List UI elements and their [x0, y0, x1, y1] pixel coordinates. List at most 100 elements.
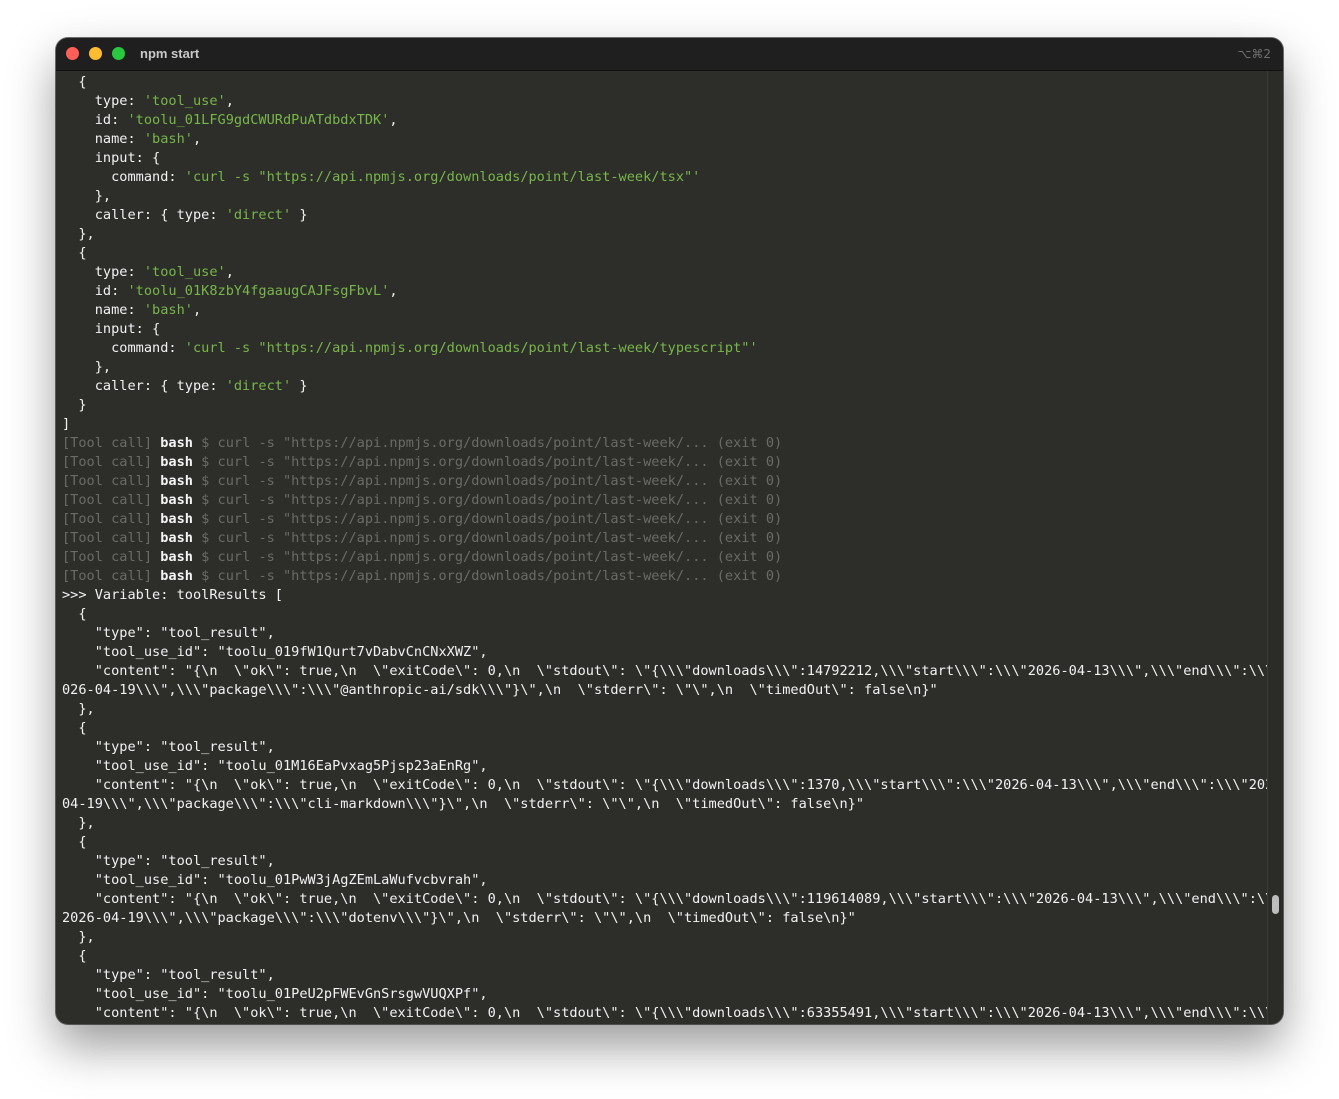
string-literal: 'direct'	[225, 378, 292, 394]
minimize-icon[interactable]	[89, 47, 102, 60]
terminal-text: },	[62, 226, 95, 242]
terminal-line: id: 'toolu_01LFG9gdCWURdPuATdbdxTDK',	[62, 111, 1262, 130]
terminal-line: command: 'curl -s "https://api.npmjs.org…	[62, 168, 1262, 187]
terminal-line: {	[62, 833, 1262, 852]
terminal-text: $ curl -s "https://api.npmjs.org/downloa…	[192, 454, 783, 470]
terminal-text: ,	[389, 283, 398, 299]
terminal-line: 04-19\\\",\\\"package\\\":\\\"cli-markdo…	[62, 795, 1262, 814]
terminal-text: "content": "{\n \"ok\": true,\n \"exitCo…	[62, 663, 1283, 679]
terminal-text: 04-19\\\",\\\"package\\\":\\\"cli-markdo…	[62, 796, 865, 812]
terminal-text: [Tool call]	[62, 530, 161, 546]
tool-name: bash	[160, 454, 193, 470]
terminal-text: {	[62, 245, 87, 261]
terminal-line: caller: { type: 'direct' }	[62, 377, 1262, 396]
terminal-text: {	[62, 834, 87, 850]
terminal-line: 2026-04-19\\\",\\\"package\\\":\\\"doten…	[62, 909, 1262, 928]
terminal-text: "type": "tool_result",	[62, 625, 275, 641]
tool-name: bash	[160, 568, 193, 584]
terminal-text: command:	[62, 169, 185, 185]
terminal-text: "tool_use_id": "toolu_01M16EaPvxag5Pjsp2…	[62, 758, 488, 774]
terminal-text: "tool_use_id": "toolu_01PeU2pFWEvGnSrsgw…	[62, 986, 488, 1002]
terminal-line: "type": "tool_result",	[62, 966, 1262, 985]
terminal-output[interactable]: { type: 'tool_use', id: 'toolu_01LFG9gdC…	[62, 73, 1283, 1023]
title-bar[interactable]: npm start ⌥⌘2	[56, 38, 1283, 71]
terminal-text: }	[291, 207, 308, 223]
terminal-text: [Tool call]	[62, 492, 161, 508]
terminal-line: input: {	[62, 320, 1262, 339]
terminal-text: "tool_use_id": "toolu_01PwW3jAgZEmLaWufv…	[62, 872, 488, 888]
terminal-text: $ curl -s "https://api.npmjs.org/downloa…	[192, 511, 783, 527]
terminal-text: },	[62, 188, 112, 204]
window-title: npm start	[140, 46, 200, 61]
terminal-text: "tool_use_id": "toolu_019fW1Qurt7vDabvCn…	[62, 644, 488, 660]
terminal-line: "type": "tool_result",	[62, 624, 1262, 643]
terminal-text: ]	[62, 416, 71, 432]
scroll-thumb[interactable]	[1272, 895, 1279, 914]
terminal-text: caller: { type:	[62, 207, 226, 223]
terminal-text: $ curl -s "https://api.npmjs.org/downloa…	[192, 568, 783, 584]
terminal-text: "content": "{\n \"ok\": true,\n \"exitCo…	[62, 777, 1283, 793]
terminal-text: $ curl -s "https://api.npmjs.org/downloa…	[192, 549, 783, 565]
terminal-line: },	[62, 187, 1262, 206]
terminal-line: "content": "{\n \"ok\": true,\n \"exitCo…	[62, 890, 1283, 909]
tool-name: bash	[160, 530, 193, 546]
string-literal: 'direct'	[225, 207, 292, 223]
terminal-line: caller: { type: 'direct' }	[62, 206, 1262, 225]
terminal-text: [Tool call]	[62, 473, 161, 489]
terminal-text: [Tool call]	[62, 435, 161, 451]
string-literal: 'curl -s "https://api.npmjs.org/download…	[184, 169, 701, 185]
terminal-line: "content": "{\n \"ok\": true,\n \"exitCo…	[62, 662, 1283, 681]
terminal-text: command:	[62, 340, 185, 356]
terminal-line: {	[62, 719, 1262, 738]
string-literal: 'toolu_01LFG9gdCWURdPuATdbdxTDK'	[127, 112, 390, 128]
terminal-text: input: {	[62, 150, 161, 166]
terminal-line: {	[62, 947, 1262, 966]
terminal-window: npm start ⌥⌘2 { type: 'tool_use', id: 't…	[56, 38, 1283, 1024]
terminal-text: {	[62, 606, 87, 622]
terminal-text: $ curl -s "https://api.npmjs.org/downloa…	[192, 492, 783, 508]
terminal-line: [Tool call] bash $ curl -s "https://api.…	[62, 434, 1262, 453]
terminal-line: type: 'tool_use',	[62, 263, 1262, 282]
terminal-line: },	[62, 225, 1262, 244]
terminal-line: {	[62, 244, 1262, 263]
terminal-text: {	[62, 74, 87, 90]
terminal-line: "tool_use_id": "toolu_01PwW3jAgZEmLaWufv…	[62, 871, 1262, 890]
terminal-line: command: 'curl -s "https://api.npmjs.org…	[62, 339, 1262, 358]
terminal-line: "tool_use_id": "toolu_01PeU2pFWEvGnSrsgw…	[62, 985, 1262, 1004]
terminal-line: [Tool call] bash $ curl -s "https://api.…	[62, 510, 1262, 529]
terminal-text: id:	[62, 112, 128, 128]
terminal-text: }	[291, 378, 308, 394]
terminal-text: [Tool call]	[62, 454, 161, 470]
terminal-text: id:	[62, 283, 128, 299]
terminal-text: "type": "tool_result",	[62, 853, 275, 869]
terminal-text: {	[62, 720, 87, 736]
string-literal: 'tool_use'	[143, 93, 226, 109]
maximize-icon[interactable]	[112, 47, 125, 60]
terminal-line: "type": "tool_result",	[62, 852, 1262, 871]
terminal-line: 026-04-19\\\",\\\"package\\\":\\\"@anthr…	[62, 681, 1262, 700]
tool-name: bash	[160, 549, 193, 565]
terminal-line: [Tool call] bash $ curl -s "https://api.…	[62, 453, 1262, 472]
terminal-text: input: {	[62, 321, 161, 337]
terminal-line: [Tool call] bash $ curl -s "https://api.…	[62, 567, 1262, 586]
terminal-text: $ curl -s "https://api.npmjs.org/downloa…	[192, 435, 783, 451]
terminal-text: $ curl -s "https://api.npmjs.org/downloa…	[192, 473, 783, 489]
string-literal: 'curl -s "https://api.npmjs.org/download…	[184, 340, 758, 356]
terminal-text: ,	[225, 93, 234, 109]
terminal-text: {	[62, 948, 87, 964]
string-literal: 'bash'	[143, 131, 193, 147]
terminal-text: "content": "{\n \"ok\": true,\n \"exitCo…	[62, 1005, 1283, 1021]
window-shortcut: ⌥⌘2	[1237, 47, 1271, 61]
tool-name: bash	[160, 511, 193, 527]
close-icon[interactable]	[66, 47, 79, 60]
terminal-line: }	[62, 396, 1262, 415]
scrollbar[interactable]	[1267, 71, 1283, 1024]
terminal-line: >>> Variable: toolResults [	[62, 586, 1262, 605]
terminal-text: $ curl -s "https://api.npmjs.org/downloa…	[192, 530, 783, 546]
terminal-line: [Tool call] bash $ curl -s "https://api.…	[62, 472, 1262, 491]
terminal-text: ,	[192, 131, 202, 147]
terminal-text: [Tool call]	[62, 549, 161, 565]
tool-name: bash	[160, 492, 193, 508]
terminal-line: },	[62, 928, 1262, 947]
terminal-line: [Tool call] bash $ curl -s "https://api.…	[62, 491, 1262, 510]
